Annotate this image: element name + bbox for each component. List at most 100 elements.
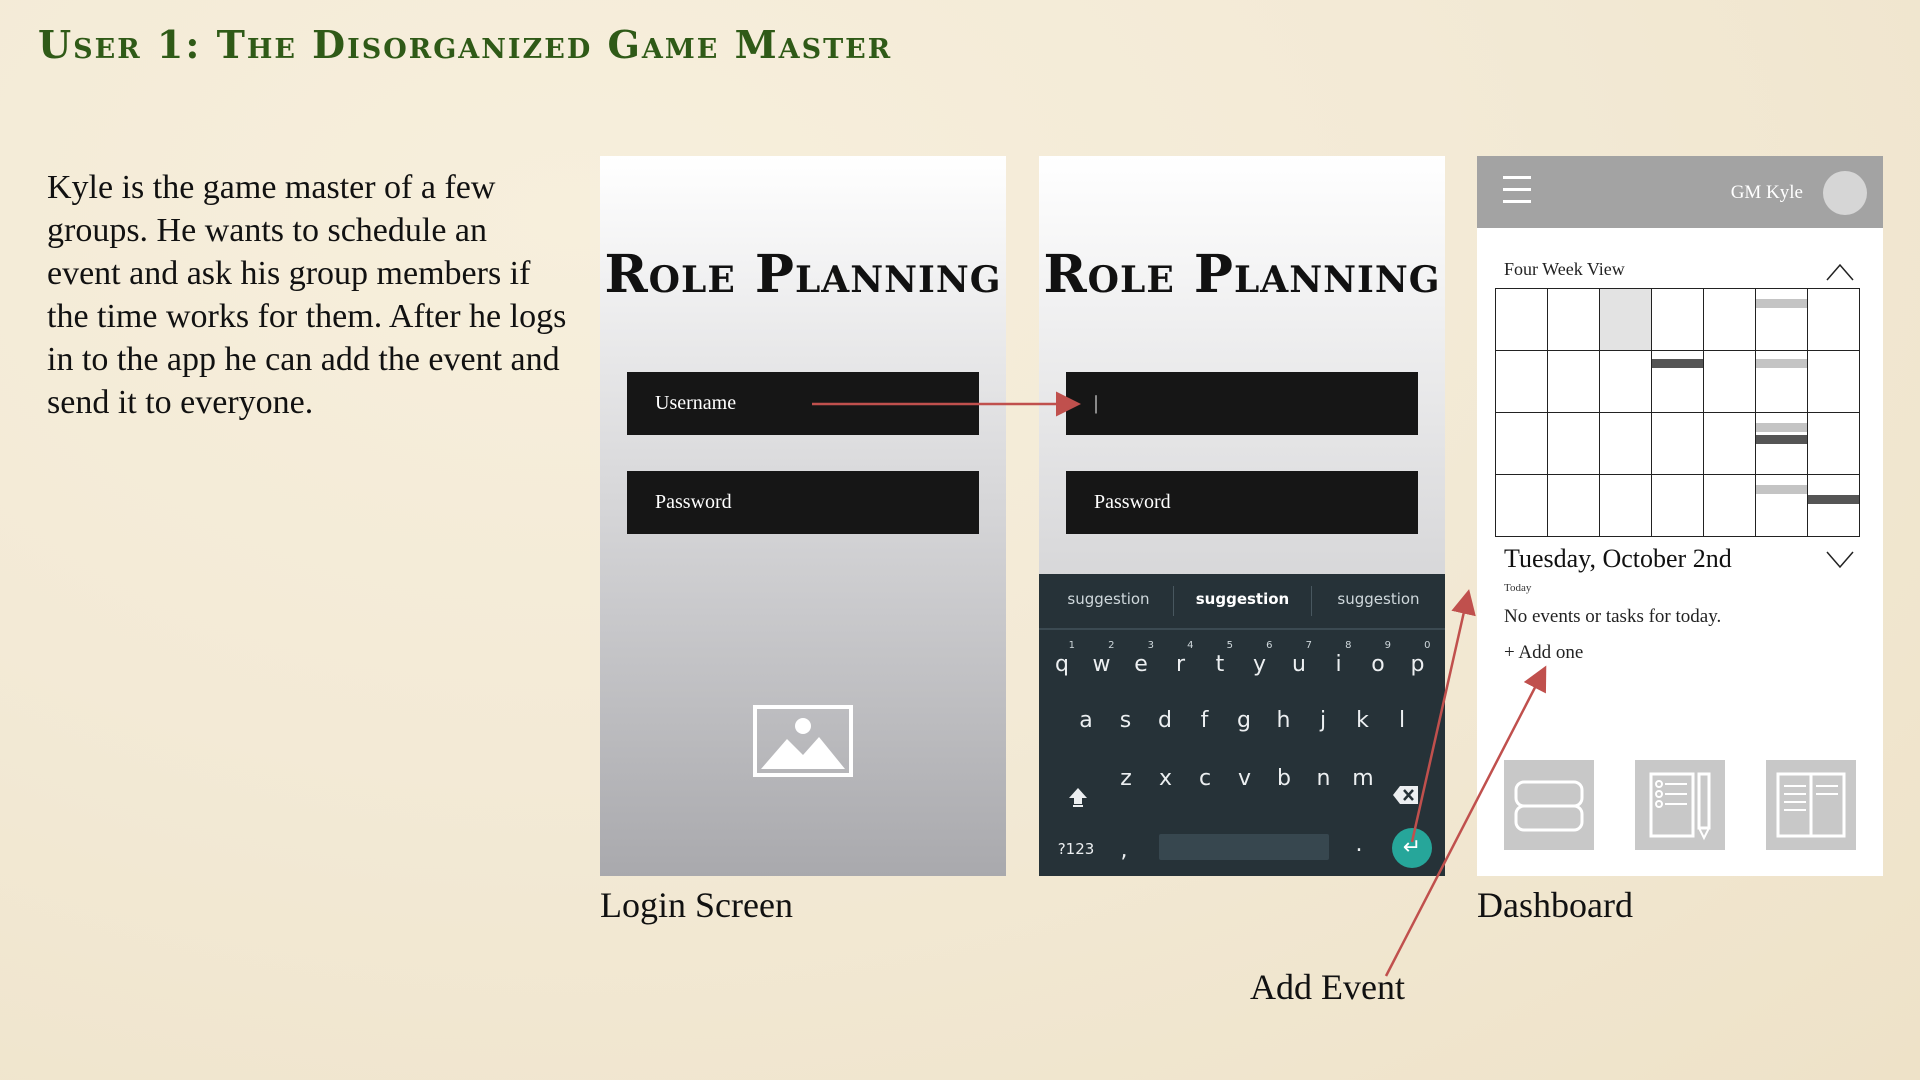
chat-tile[interactable] — [1504, 760, 1594, 850]
symbols-key[interactable]: ?123 — [1051, 840, 1101, 858]
key-number-hint: 1 — [1068, 640, 1075, 651]
today-label: Today — [1504, 582, 1532, 594]
menu-icon[interactable] — [1503, 176, 1531, 206]
key-r[interactable]: r4 — [1166, 640, 1196, 677]
calendar-cell[interactable] — [1495, 474, 1548, 537]
login-screen-mockup: Role Planning Username Password — [600, 156, 1006, 876]
key-t[interactable]: t5 — [1205, 640, 1235, 677]
calendar-cell[interactable] — [1651, 412, 1704, 475]
book-tile[interactable] — [1766, 760, 1856, 850]
chat-icon — [1514, 780, 1584, 832]
suggestion-item[interactable]: suggestion — [1175, 590, 1310, 608]
event-bar — [1756, 485, 1807, 494]
key-e[interactable]: e3 — [1126, 640, 1156, 677]
dashboard-caption: Dashboard — [1477, 885, 1633, 925]
suggestion-bar: suggestion suggestion suggestion — [1039, 574, 1445, 630]
chevron-down-icon[interactable] — [1825, 550, 1855, 570]
key-z[interactable]: z — [1111, 766, 1141, 791]
four-week-calendar — [1495, 288, 1860, 537]
key-x[interactable]: x — [1151, 766, 1181, 791]
key-k[interactable]: k — [1348, 708, 1378, 733]
calendar-cell[interactable] — [1703, 350, 1756, 413]
calendar-cell-today[interactable] — [1599, 288, 1652, 351]
key-y[interactable]: y6 — [1245, 640, 1275, 677]
suggestion-item[interactable]: suggestion — [1311, 590, 1445, 608]
key-n[interactable]: n — [1309, 766, 1339, 791]
key-q[interactable]: q1 — [1047, 640, 1077, 677]
enter-arrow-icon: ↵ — [1402, 835, 1422, 860]
shift-key[interactable] — [1063, 786, 1093, 814]
calendar-cell[interactable] — [1547, 474, 1600, 537]
calendar-cell[interactable] — [1755, 350, 1808, 413]
key-o[interactable]: o9 — [1363, 640, 1393, 677]
key-g[interactable]: g — [1229, 708, 1259, 733]
calendar-cell[interactable] — [1703, 412, 1756, 475]
calendar-cell[interactable] — [1651, 474, 1704, 537]
comma-key[interactable]: , — [1109, 838, 1139, 863]
calendar-cell[interactable] — [1755, 412, 1808, 475]
key-number-hint: 0 — [1424, 640, 1431, 651]
calendar-cell[interactable] — [1755, 474, 1808, 537]
key-f[interactable]: f — [1190, 708, 1220, 733]
key-number-hint: 6 — [1266, 640, 1273, 651]
add-event-link[interactable]: + Add one — [1504, 642, 1583, 664]
key-d[interactable]: d — [1150, 708, 1180, 733]
avatar[interactable] — [1823, 171, 1867, 215]
calendar-cell[interactable] — [1547, 288, 1600, 351]
login-caption: Login Screen — [600, 885, 793, 925]
dashboard-header: GM Kyle — [1477, 156, 1883, 228]
key-number-hint: 5 — [1226, 640, 1233, 651]
key-h[interactable]: h — [1269, 708, 1299, 733]
username-field[interactable]: Username — [627, 372, 979, 435]
key-number-hint: 3 — [1147, 640, 1154, 651]
calendar-cell[interactable] — [1599, 412, 1652, 475]
text-cursor: | — [1094, 392, 1099, 414]
calendar-cell[interactable] — [1495, 350, 1548, 413]
selected-date-heading: Tuesday, October 2nd — [1504, 544, 1732, 573]
key-s[interactable]: s — [1111, 708, 1141, 733]
calendar-cell[interactable] — [1547, 350, 1600, 413]
password-field[interactable]: Password — [627, 471, 979, 534]
username-field-active[interactable]: | — [1066, 372, 1418, 435]
calendar-cell[interactable] — [1651, 288, 1704, 351]
key-v[interactable]: v — [1230, 766, 1260, 791]
calendar-cell[interactable] — [1547, 412, 1600, 475]
calendar-cell[interactable] — [1807, 474, 1860, 537]
key-i[interactable]: i8 — [1324, 640, 1354, 677]
backspace-key[interactable] — [1391, 784, 1421, 812]
key-number-hint: 9 — [1384, 640, 1391, 651]
key-number-hint: 8 — [1345, 640, 1352, 651]
key-m[interactable]: m — [1348, 766, 1378, 791]
notes-tile[interactable] — [1635, 760, 1725, 850]
chevron-up-icon[interactable] — [1825, 262, 1855, 282]
calendar-cell[interactable] — [1755, 288, 1808, 351]
calendar-cell[interactable] — [1807, 288, 1860, 351]
calendar-cell[interactable] — [1495, 412, 1548, 475]
calendar-cell[interactable] — [1599, 350, 1652, 413]
key-w[interactable]: w2 — [1087, 640, 1117, 677]
key-l[interactable]: l — [1387, 708, 1417, 733]
key-c[interactable]: c — [1190, 766, 1220, 791]
persona-story: Kyle is the game master of a few groups.… — [47, 169, 567, 421]
enter-key[interactable]: ↵ — [1392, 828, 1432, 868]
suggestion-item[interactable]: suggestion — [1041, 590, 1176, 608]
calendar-cell[interactable] — [1807, 412, 1860, 475]
space-bar[interactable] — [1159, 834, 1329, 860]
calendar-cell[interactable] — [1807, 350, 1860, 413]
calendar-cell[interactable] — [1495, 288, 1548, 351]
calendar-cell[interactable] — [1651, 350, 1704, 413]
period-key[interactable]: . — [1344, 832, 1374, 857]
key-a[interactable]: a — [1071, 708, 1101, 733]
add-event-caption: Add Event — [1250, 967, 1405, 1007]
calendar-cell[interactable] — [1599, 474, 1652, 537]
key-j[interactable]: j — [1308, 708, 1338, 733]
dashboard-mockup: GM Kyle Four Week View Tuesday, October … — [1477, 156, 1883, 876]
calendar-cell[interactable] — [1703, 474, 1756, 537]
password-field[interactable]: Password — [1066, 471, 1418, 534]
notes-icon — [1649, 772, 1711, 841]
calendar-cell[interactable] — [1703, 288, 1756, 351]
app-title: Role Planning — [1043, 244, 1441, 305]
key-b[interactable]: b — [1269, 766, 1299, 791]
key-u[interactable]: u7 — [1284, 640, 1314, 677]
key-p[interactable]: p0 — [1403, 640, 1433, 677]
